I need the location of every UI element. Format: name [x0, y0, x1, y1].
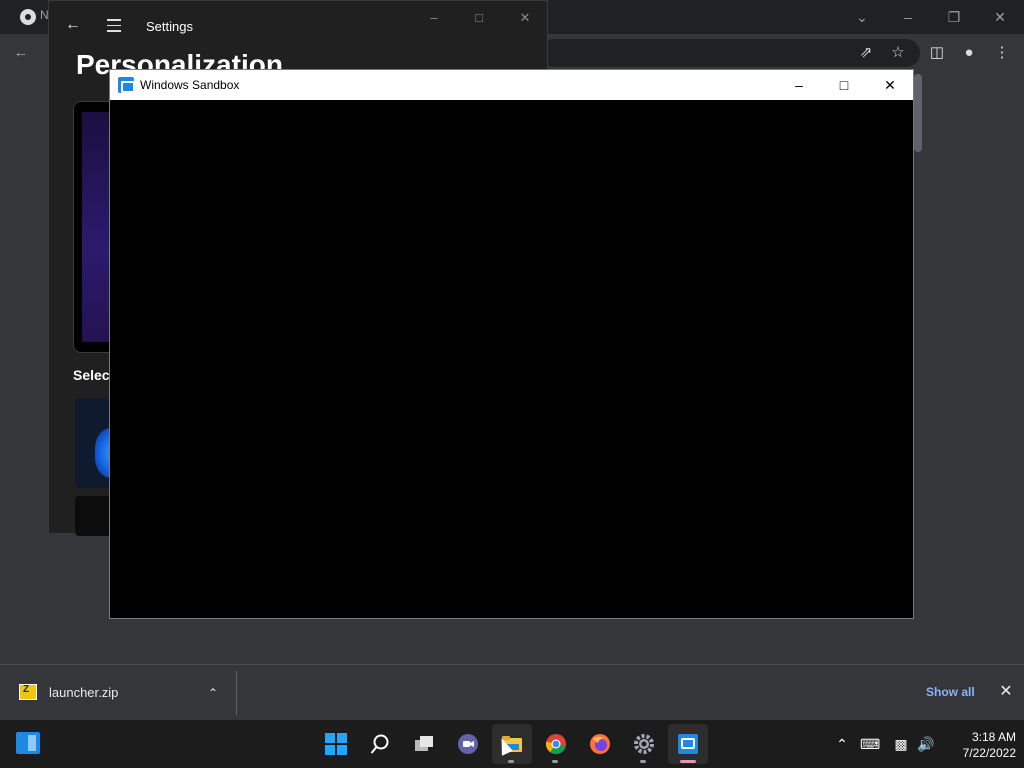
chat-button[interactable] — [448, 724, 488, 764]
side-panel-icon[interactable]: ◫ — [926, 42, 948, 64]
settings-titlebar: ← Settings – □ ✕ — [49, 1, 547, 51]
hamburger-icon[interactable] — [104, 15, 124, 35]
sandbox-maximize-button[interactable]: □ — [832, 74, 856, 96]
clock-time: 3:18 AM — [971, 730, 1016, 744]
settings-title: Settings — [146, 19, 193, 34]
chrome-taskbar-button[interactable] — [536, 724, 576, 764]
share-icon[interactable]: ⇗ — [855, 42, 877, 64]
download-shelf: launcher.zip ⌃ Show all ✕ — [0, 664, 1024, 720]
sandbox-app-icon — [118, 77, 135, 93]
task-view-button[interactable] — [404, 724, 444, 764]
more-menu-icon[interactable]: ⋮ — [991, 42, 1013, 64]
star-icon[interactable]: ☆ — [887, 42, 909, 64]
zip-file-icon — [19, 684, 37, 700]
keyboard-icon[interactable]: ⌨ — [860, 734, 880, 754]
task-view-icon — [415, 736, 433, 751]
clock-date: 7/22/2022 — [962, 746, 1016, 760]
taskbar-clock[interactable]: 3:18 AM 7/22/2022 — [944, 729, 1016, 761]
arrow-left-icon[interactable]: ← — [63, 15, 83, 35]
shelf-divider — [236, 671, 237, 715]
settings-minimize-button[interactable]: – — [424, 10, 444, 26]
download-file-name[interactable]: launcher.zip — [49, 685, 118, 700]
sandbox-close-button[interactable]: ✕ — [878, 74, 902, 96]
profile-icon[interactable]: ● — [958, 42, 980, 64]
search-icon — [370, 734, 389, 754]
show-all-link[interactable]: Show all — [926, 685, 975, 699]
gear-icon — [634, 734, 654, 754]
sandbox-title: Windows Sandbox — [140, 78, 240, 92]
running-indicator — [640, 760, 646, 763]
chrome-back-arrow-icon[interactable]: ← — [10, 42, 32, 64]
page-scrollbar[interactable] — [914, 74, 922, 152]
settings-maximize-button[interactable]: □ — [469, 10, 489, 26]
firefox-icon — [590, 734, 610, 754]
windows-sandbox-icon — [678, 734, 698, 754]
volume-icon[interactable]: 🔊 — [916, 734, 936, 754]
sandbox-minimize-button[interactable]: – — [787, 74, 811, 96]
chrome-minimize-button[interactable]: – — [896, 5, 920, 29]
network-icon[interactable]: ▩ — [891, 734, 911, 754]
taskbar: ⌃ ⌨ ▩ 🔊 3:18 AM 7/22/2022 — [0, 720, 1024, 768]
running-indicator — [508, 760, 514, 763]
chrome-close-button[interactable]: ✕ — [988, 5, 1012, 29]
settings-taskbar-button[interactable] — [624, 724, 664, 764]
close-icon[interactable]: ✕ — [996, 682, 1016, 702]
windows-sandbox-taskbar-button[interactable] — [668, 724, 708, 764]
widgets-icon[interactable] — [16, 732, 40, 754]
tab-search-chevron-down-icon[interactable]: ⌄ — [850, 5, 874, 29]
chrome-icon — [545, 734, 566, 755]
active-indicator — [680, 760, 696, 763]
show-hidden-icons-chevron-icon[interactable]: ⌃ — [832, 734, 852, 754]
chevron-up-icon[interactable]: ⌃ — [203, 683, 223, 703]
chrome-favicon-icon — [20, 9, 36, 25]
settings-close-button[interactable]: ✕ — [515, 10, 535, 26]
firefox-button[interactable] — [580, 724, 620, 764]
start-button[interactable] — [316, 724, 356, 764]
sandbox-titlebar[interactable]: Windows Sandbox – □ ✕ — [110, 70, 913, 100]
windows-sandbox-window[interactable]: Windows Sandbox – □ ✕ — [109, 69, 914, 619]
search-button[interactable] — [360, 724, 400, 764]
chat-icon — [458, 734, 478, 754]
windows-logo-icon — [325, 733, 347, 755]
chrome-restore-button[interactable]: ❐ — [942, 5, 966, 29]
running-indicator — [552, 760, 558, 763]
